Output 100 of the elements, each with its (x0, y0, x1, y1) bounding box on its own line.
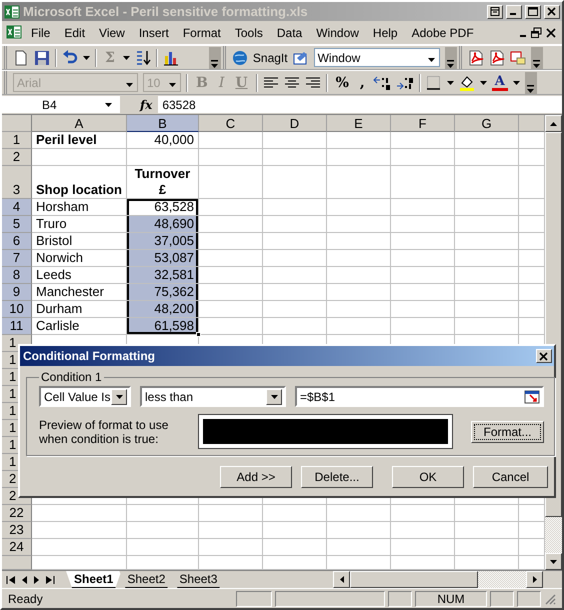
dialog-button[interactable]: Delete... (301, 466, 373, 488)
pdf-email-icon[interactable] (510, 50, 526, 66)
toolbar-options-button[interactable] (524, 72, 537, 94)
row-header[interactable]: 10 (2, 301, 32, 318)
chevron-icon[interactable] (211, 58, 218, 68)
scroll-left-button[interactable] (333, 571, 350, 588)
menu-item[interactable]: View (92, 26, 132, 40)
menu-item[interactable]: Tools (228, 26, 270, 40)
row-header[interactable]: 4 (2, 199, 32, 216)
column-header[interactable]: C (199, 115, 263, 132)
row-header[interactable]: 5 (2, 216, 32, 233)
column-header[interactable]: D (263, 115, 327, 132)
toolbar-options-button[interactable] (208, 46, 221, 68)
maximize-icon[interactable] (528, 7, 538, 16)
align-center-icon[interactable] (284, 74, 300, 90)
menu-item[interactable]: Data (270, 26, 310, 40)
row-header[interactable]: 6 (2, 233, 32, 250)
formula-input[interactable]: 63528 (158, 96, 562, 113)
help-button[interactable] (487, 4, 503, 18)
pdf-document-icon[interactable] (488, 50, 505, 66)
row-header[interactable]: 8 (2, 267, 32, 284)
row-header[interactable]: 24 (2, 539, 32, 556)
borders-icon[interactable] (426, 74, 442, 90)
fill-handle[interactable] (196, 332, 201, 337)
dropdown-arrow-icon[interactable] (512, 80, 520, 84)
close-button[interactable] (536, 349, 552, 363)
dropdown-arrow-icon[interactable] (116, 394, 122, 398)
globe-icon[interactable] (232, 50, 248, 66)
value-field[interactable]: =$B$1 (295, 386, 544, 407)
scroll-right-button[interactable] (526, 571, 543, 588)
maximize-button[interactable] (525, 4, 541, 18)
row-header[interactable]: 23 (2, 522, 32, 539)
scrollbar-thumb[interactable] (350, 571, 478, 588)
dropdown-arrow-icon[interactable] (83, 56, 90, 60)
menu-item[interactable]: Insert (132, 26, 176, 40)
menu-item[interactable]: Edit (57, 26, 92, 40)
align-right-icon[interactable] (304, 74, 321, 90)
increase-decimal-icon[interactable] (372, 74, 391, 90)
scroll-up-button[interactable] (545, 115, 562, 132)
profile-dropdown[interactable]: Window (314, 48, 440, 67)
close-icon[interactable] (544, 26, 558, 38)
menu-item[interactable]: Window (309, 26, 366, 40)
comma-button[interactable]: , (356, 74, 368, 90)
percent-button[interactable]: % (332, 74, 352, 90)
chevron-icon[interactable] (447, 58, 454, 68)
up-arrow-icon[interactable] (550, 122, 557, 126)
toolbar-options-button[interactable] (530, 46, 543, 68)
row-header[interactable]: 11 (2, 318, 32, 335)
close-icon[interactable] (539, 352, 549, 360)
insert-function-button[interactable]: fx (126, 98, 152, 112)
capture-icon[interactable] (292, 50, 309, 66)
row-header[interactable]: 9 (2, 284, 32, 301)
excel-icon[interactable] (6, 24, 24, 42)
row-header[interactable]: 3 (2, 166, 32, 199)
undo-icon[interactable] (62, 50, 78, 66)
toolbar-options-button[interactable] (444, 46, 457, 68)
row-header[interactable]: 1 (2, 132, 32, 149)
menu-item[interactable]: Adobe PDF (404, 26, 481, 40)
row-header[interactable]: 7 (2, 250, 32, 267)
column-header[interactable]: A (32, 115, 127, 132)
close-button[interactable] (544, 4, 560, 18)
font-color-button[interactable]: A (492, 74, 508, 90)
menu-item[interactable]: Help (366, 26, 405, 40)
range-picker-icon[interactable] (524, 388, 540, 404)
scroll-down-button[interactable] (545, 553, 562, 570)
right-arrow-icon[interactable] (532, 576, 536, 583)
minimize-button[interactable] (506, 4, 522, 18)
dropdown-arrow-icon[interactable] (446, 80, 454, 84)
operator-dropdown[interactable]: less than (140, 386, 286, 407)
dialog-button[interactable]: Add >> (220, 466, 292, 488)
horizontal-scrollbar[interactable] (333, 571, 543, 588)
excel-icon[interactable] (4, 4, 20, 20)
chevron-icon[interactable] (533, 58, 540, 68)
new-document-icon[interactable] (13, 50, 29, 66)
dropdown-arrow-icon[interactable] (105, 102, 112, 106)
menu-item[interactable]: File (24, 26, 58, 40)
dropdown-arrow-icon[interactable] (270, 394, 278, 398)
dialog-button[interactable]: Cancel (473, 466, 548, 488)
condition-type-dropdown[interactable]: Cell Value Is (39, 386, 131, 407)
first-sheet-icon[interactable] (6, 574, 16, 584)
sheet-tab[interactable]: Sheet1 (66, 571, 122, 588)
save-icon[interactable] (34, 50, 50, 66)
bar-chart-icon[interactable] (162, 50, 179, 66)
fill-color-icon[interactable] (458, 74, 475, 90)
window-icon[interactable] (490, 7, 500, 16)
last-sheet-icon[interactable] (45, 574, 55, 584)
row-header[interactable]: 22 (2, 505, 32, 522)
snagit-button[interactable]: SnagIt (252, 50, 288, 64)
select-all-button[interactable] (2, 115, 32, 132)
pdf-document-icon[interactable] (468, 50, 484, 66)
format-button[interactable]: Format... (471, 420, 544, 442)
column-header[interactable]: G (455, 115, 519, 132)
restore-icon[interactable] (530, 26, 544, 38)
row-header[interactable] (2, 556, 32, 570)
close-icon[interactable] (547, 7, 557, 16)
left-arrow-icon[interactable] (340, 576, 344, 583)
sort-icon[interactable] (134, 50, 151, 66)
menu-item[interactable]: Format (176, 26, 228, 40)
dropdown-arrow-icon[interactable] (428, 58, 435, 62)
column-header[interactable]: B (127, 115, 199, 132)
